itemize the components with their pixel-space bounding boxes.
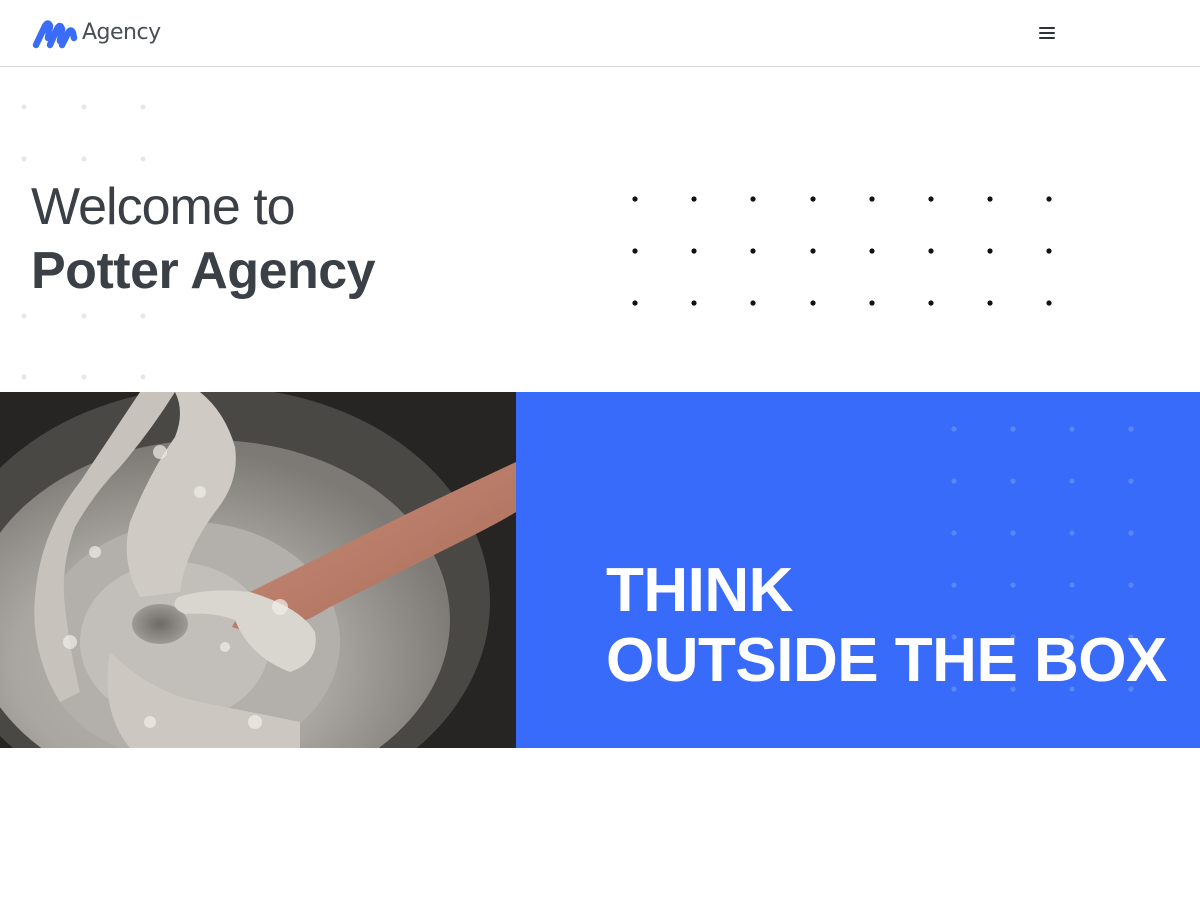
tagline-panel: THINK OUTSIDE THE BOX	[516, 392, 1200, 748]
site-header: Agency	[0, 0, 1200, 67]
hero-title-line2: Potter Agency	[31, 242, 376, 300]
hamburger-menu-icon[interactable]	[1036, 25, 1058, 41]
hero-title-line1: Welcome to	[31, 178, 296, 236]
logo-text: Agency	[82, 20, 161, 45]
dark-dot-grid	[632, 196, 1052, 306]
pottery-hands-image	[0, 392, 516, 748]
tagline-line1: THINK	[606, 556, 793, 625]
tagline-heading: THINK OUTSIDE THE BOX	[606, 556, 1167, 696]
tagline-line2: OUTSIDE THE BOX	[606, 626, 1167, 695]
feature-section: THINK OUTSIDE THE BOX	[0, 392, 1200, 748]
logo-mark-icon	[32, 20, 78, 49]
agency-logo[interactable]: Agency	[31, 15, 161, 51]
hero-section: Welcome to Potter Agency	[0, 68, 1200, 392]
